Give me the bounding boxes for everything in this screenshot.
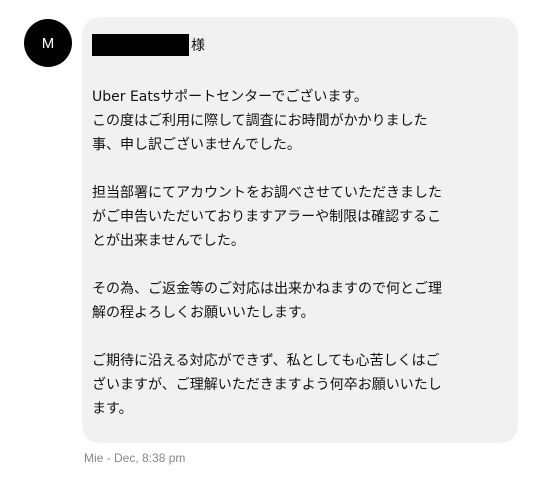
avatar-initial: M [41,34,55,52]
message-timestamp: Mie - Dec, 8:38 pm [84,451,186,465]
salutation: 様 [92,33,500,57]
salutation-suffix: 様 [191,38,205,54]
avatar[interactable]: M [24,19,72,67]
message-paragraph: ご期待に沿える対応ができず、私としても心苦しくはご ざいますが、ご理解いただきま… [92,353,442,417]
message-paragraph: その為、ご返金等のご対応は出来かねますので何とご理 解の程よろしくお願いいたしま… [92,281,442,321]
message-paragraph: Uber Eatsサポートセンターでございます。 この度はご利用に際して調査にお… [92,89,428,153]
message-paragraph: 担当部署にてアカウントをお調べさせていただきました がご申告いただいておりますア… [92,185,442,249]
redacted-name [92,34,189,56]
message-bubble: 様 Uber Eatsサポートセンターでございます。 この度はご利用に際して調査… [82,17,518,443]
